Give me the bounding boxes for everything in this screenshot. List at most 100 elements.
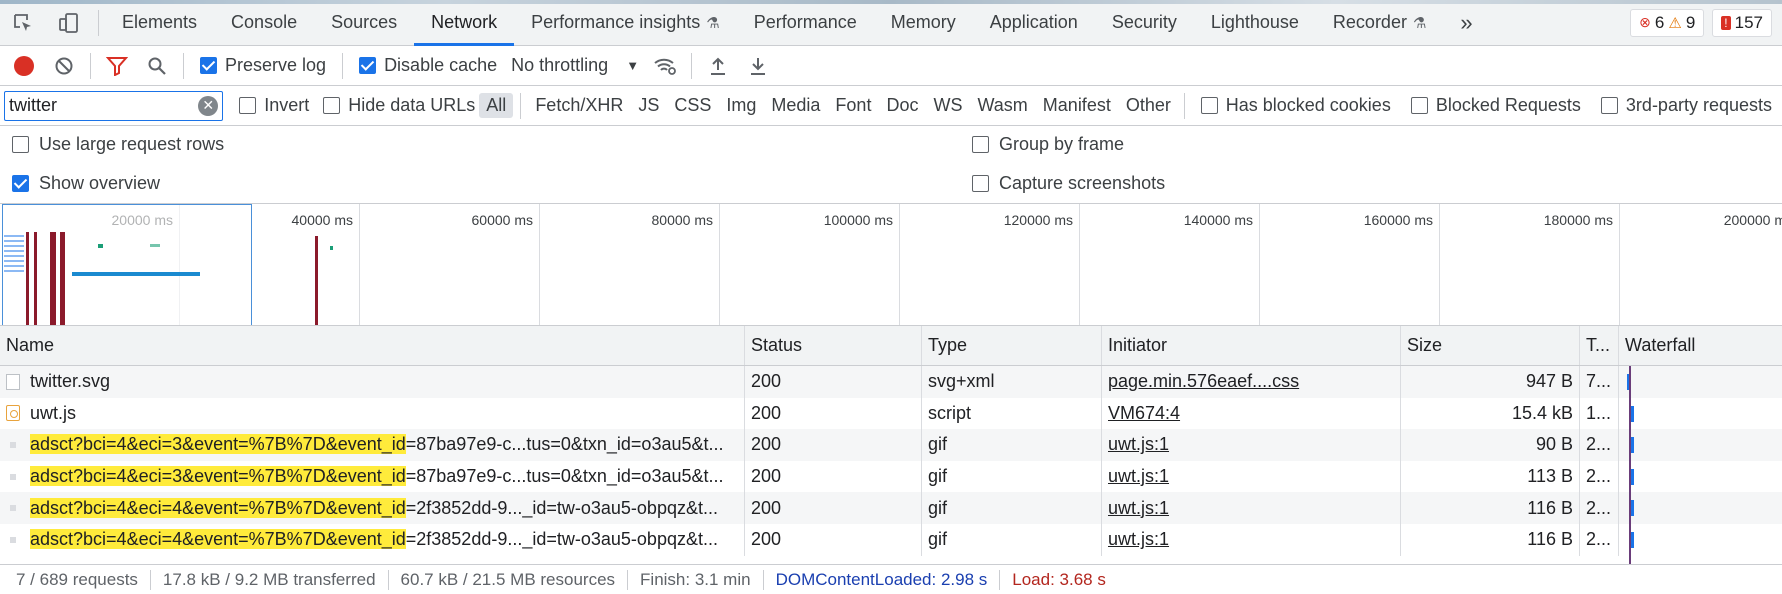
tab-performance-insights[interactable]: Performance insights ⚗ bbox=[514, 0, 737, 46]
more-tabs-button[interactable]: » bbox=[1443, 0, 1489, 46]
group-by-frame-checkbox[interactable]: Group by frame bbox=[972, 134, 1124, 155]
cell-name[interactable]: adsct?bci=4&eci=3&event=%7B%7D&event_id=… bbox=[0, 460, 745, 493]
type-filter-doc[interactable]: Doc bbox=[879, 93, 925, 118]
large-rows-checkbox[interactable]: Use large request rows bbox=[12, 134, 224, 155]
has-blocked-cookies-check[interactable] bbox=[1200, 97, 1218, 114]
status-value: 200 bbox=[751, 466, 782, 487]
column-type[interactable]: Type bbox=[922, 326, 1102, 365]
cell-name[interactable]: adsct?bci=4&eci=3&event=%7B%7D&event_id=… bbox=[0, 429, 745, 461]
disable-cache-checkbox[interactable]: Disable cache bbox=[359, 55, 497, 76]
network-conditions-button[interactable] bbox=[645, 46, 685, 86]
issues-counter-button[interactable]: ! 157 bbox=[1712, 8, 1772, 37]
capture-screenshots-checkbox[interactable]: Capture screenshots bbox=[972, 173, 1165, 194]
show-overview-check[interactable] bbox=[12, 175, 29, 192]
column-name[interactable]: Name bbox=[0, 326, 745, 365]
column-time[interactable]: T... bbox=[1580, 326, 1619, 365]
cell-initiator[interactable]: uwt.js:1 bbox=[1102, 460, 1401, 493]
cell-initiator[interactable]: uwt.js:1 bbox=[1102, 523, 1401, 556]
type-filter-fetch-xhr[interactable]: Fetch/XHR bbox=[528, 93, 630, 118]
cell-size: 90 B bbox=[1401, 429, 1580, 461]
pixel-file-icon bbox=[10, 505, 16, 512]
blocked-requests-checkbox[interactable]: Blocked Requests bbox=[1410, 95, 1581, 116]
type-filter-all[interactable]: All bbox=[479, 93, 514, 118]
tab-elements[interactable]: Elements bbox=[105, 0, 214, 46]
tab-lighthouse[interactable]: Lighthouse bbox=[1194, 0, 1316, 46]
clear-filter-icon[interactable]: ✕ bbox=[198, 95, 219, 116]
large-rows-check[interactable] bbox=[12, 136, 29, 153]
tab-network[interactable]: Network bbox=[414, 0, 515, 46]
invert-check[interactable] bbox=[239, 97, 257, 114]
initiator-link[interactable]: uwt.js:1 bbox=[1108, 498, 1169, 519]
initiator-link[interactable]: uwt.js:1 bbox=[1108, 434, 1169, 455]
type-filter-media[interactable]: Media bbox=[764, 93, 827, 118]
console-counter-button[interactable]: ⊗ 6 ⚠ 9 bbox=[1630, 8, 1705, 37]
third-party-check[interactable] bbox=[1600, 97, 1618, 114]
table-header: Name Status Type Initiator Size T... Wat… bbox=[0, 326, 1782, 366]
cell-initiator[interactable]: uwt.js:1 bbox=[1102, 429, 1401, 461]
capture-screenshots-check[interactable] bbox=[972, 175, 989, 192]
network-overview[interactable]: 20000 ms40000 ms60000 ms80000 ms100000 m… bbox=[0, 204, 1782, 326]
show-overview-checkbox[interactable]: Show overview bbox=[12, 173, 160, 194]
table-row[interactable]: adsct?bci=4&eci=4&event=%7B%7D&event_id=… bbox=[0, 492, 1782, 524]
cell-name[interactable]: twitter.svg bbox=[0, 366, 745, 398]
type-filter-css[interactable]: CSS bbox=[667, 93, 718, 118]
initiator-link[interactable]: page.min.576eaef....css bbox=[1108, 371, 1299, 392]
has-blocked-cookies-checkbox[interactable]: Has blocked cookies bbox=[1200, 95, 1391, 116]
cell-name[interactable]: adsct?bci=4&eci=4&event=%7B%7D&event_id=… bbox=[0, 492, 745, 524]
hide-data-urls-check[interactable] bbox=[323, 97, 341, 114]
tab-sources[interactable]: Sources bbox=[314, 0, 414, 46]
blocked-requests-check[interactable] bbox=[1410, 97, 1428, 114]
initiator-link[interactable]: uwt.js:1 bbox=[1108, 466, 1169, 487]
table-row[interactable]: uwt.js 200 script VM674:4 15.4 kB 1... bbox=[0, 397, 1782, 430]
export-har-button[interactable] bbox=[738, 46, 778, 86]
tab-security[interactable]: Security bbox=[1095, 0, 1194, 46]
column-size[interactable]: Size bbox=[1401, 326, 1580, 365]
tab-performance[interactable]: Performance bbox=[737, 0, 874, 46]
cell-initiator[interactable]: uwt.js:1 bbox=[1102, 492, 1401, 524]
clear-button[interactable] bbox=[44, 46, 84, 86]
overview-tick-label: 180000 ms bbox=[1543, 212, 1613, 228]
record-button[interactable] bbox=[4, 46, 44, 86]
cell-initiator[interactable]: page.min.576eaef....css bbox=[1102, 366, 1401, 398]
filter-input[interactable]: twitter ✕ bbox=[4, 90, 224, 121]
import-har-button[interactable] bbox=[698, 46, 738, 86]
throttling-select[interactable]: No throttling ▼ bbox=[511, 55, 639, 76]
preserve-log-check[interactable] bbox=[200, 57, 217, 74]
cell-initiator[interactable]: VM674:4 bbox=[1102, 397, 1401, 430]
table-row[interactable]: adsct?bci=4&eci=3&event=%7B%7D&event_id=… bbox=[0, 429, 1782, 461]
cell-name[interactable]: adsct?bci=4&eci=4&event=%7B%7D&event_id=… bbox=[0, 523, 745, 556]
tab-application[interactable]: Application bbox=[973, 0, 1095, 46]
tab-recorder[interactable]: Recorder ⚗ bbox=[1316, 0, 1443, 46]
tab-label: Sources bbox=[331, 12, 398, 32]
tab-console[interactable]: Console bbox=[214, 0, 314, 46]
disable-cache-check[interactable] bbox=[359, 57, 377, 74]
group-by-frame-check[interactable] bbox=[972, 136, 989, 153]
show-overview-label: Show overview bbox=[39, 173, 161, 193]
initiator-link[interactable]: VM674:4 bbox=[1108, 403, 1180, 424]
type-filter-font[interactable]: Font bbox=[828, 93, 878, 118]
search-button[interactable] bbox=[137, 46, 177, 86]
type-filter-js[interactable]: JS bbox=[631, 93, 666, 118]
column-initiator[interactable]: Initiator bbox=[1102, 326, 1401, 365]
inspect-element-icon[interactable] bbox=[0, 0, 46, 46]
tab-memory[interactable]: Memory bbox=[874, 0, 973, 46]
preserve-log-checkbox[interactable]: Preserve log bbox=[200, 55, 326, 76]
column-waterfall[interactable]: Waterfall bbox=[1619, 326, 1782, 365]
hide-data-urls-checkbox[interactable]: Hide data URLs bbox=[323, 95, 475, 116]
type-filter-img[interactable]: Img bbox=[719, 93, 763, 118]
cell-name[interactable]: uwt.js bbox=[0, 397, 745, 430]
table-row[interactable]: twitter.svg 200 svg+xml page.min.576eaef...… bbox=[0, 366, 1782, 398]
type-filter-wasm[interactable]: Wasm bbox=[970, 93, 1034, 118]
device-toolbar-icon[interactable] bbox=[46, 0, 92, 46]
table-row[interactable]: adsct?bci=4&eci=4&event=%7B%7D&event_id=… bbox=[0, 523, 1782, 556]
table-row[interactable]: adsct?bci=4&eci=3&event=%7B%7D&event_id=… bbox=[0, 460, 1782, 493]
invert-checkbox[interactable]: Invert bbox=[239, 95, 309, 116]
third-party-checkbox[interactable]: 3rd-party requests bbox=[1600, 95, 1772, 116]
column-status[interactable]: Status bbox=[745, 326, 922, 365]
type-filter-manifest[interactable]: Manifest bbox=[1036, 93, 1118, 118]
filter-input-value[interactable]: twitter bbox=[9, 95, 57, 116]
filter-toggle-button[interactable] bbox=[97, 46, 137, 86]
type-filter-ws[interactable]: WS bbox=[926, 93, 969, 118]
initiator-link[interactable]: uwt.js:1 bbox=[1108, 529, 1169, 550]
type-filter-other[interactable]: Other bbox=[1119, 93, 1178, 118]
